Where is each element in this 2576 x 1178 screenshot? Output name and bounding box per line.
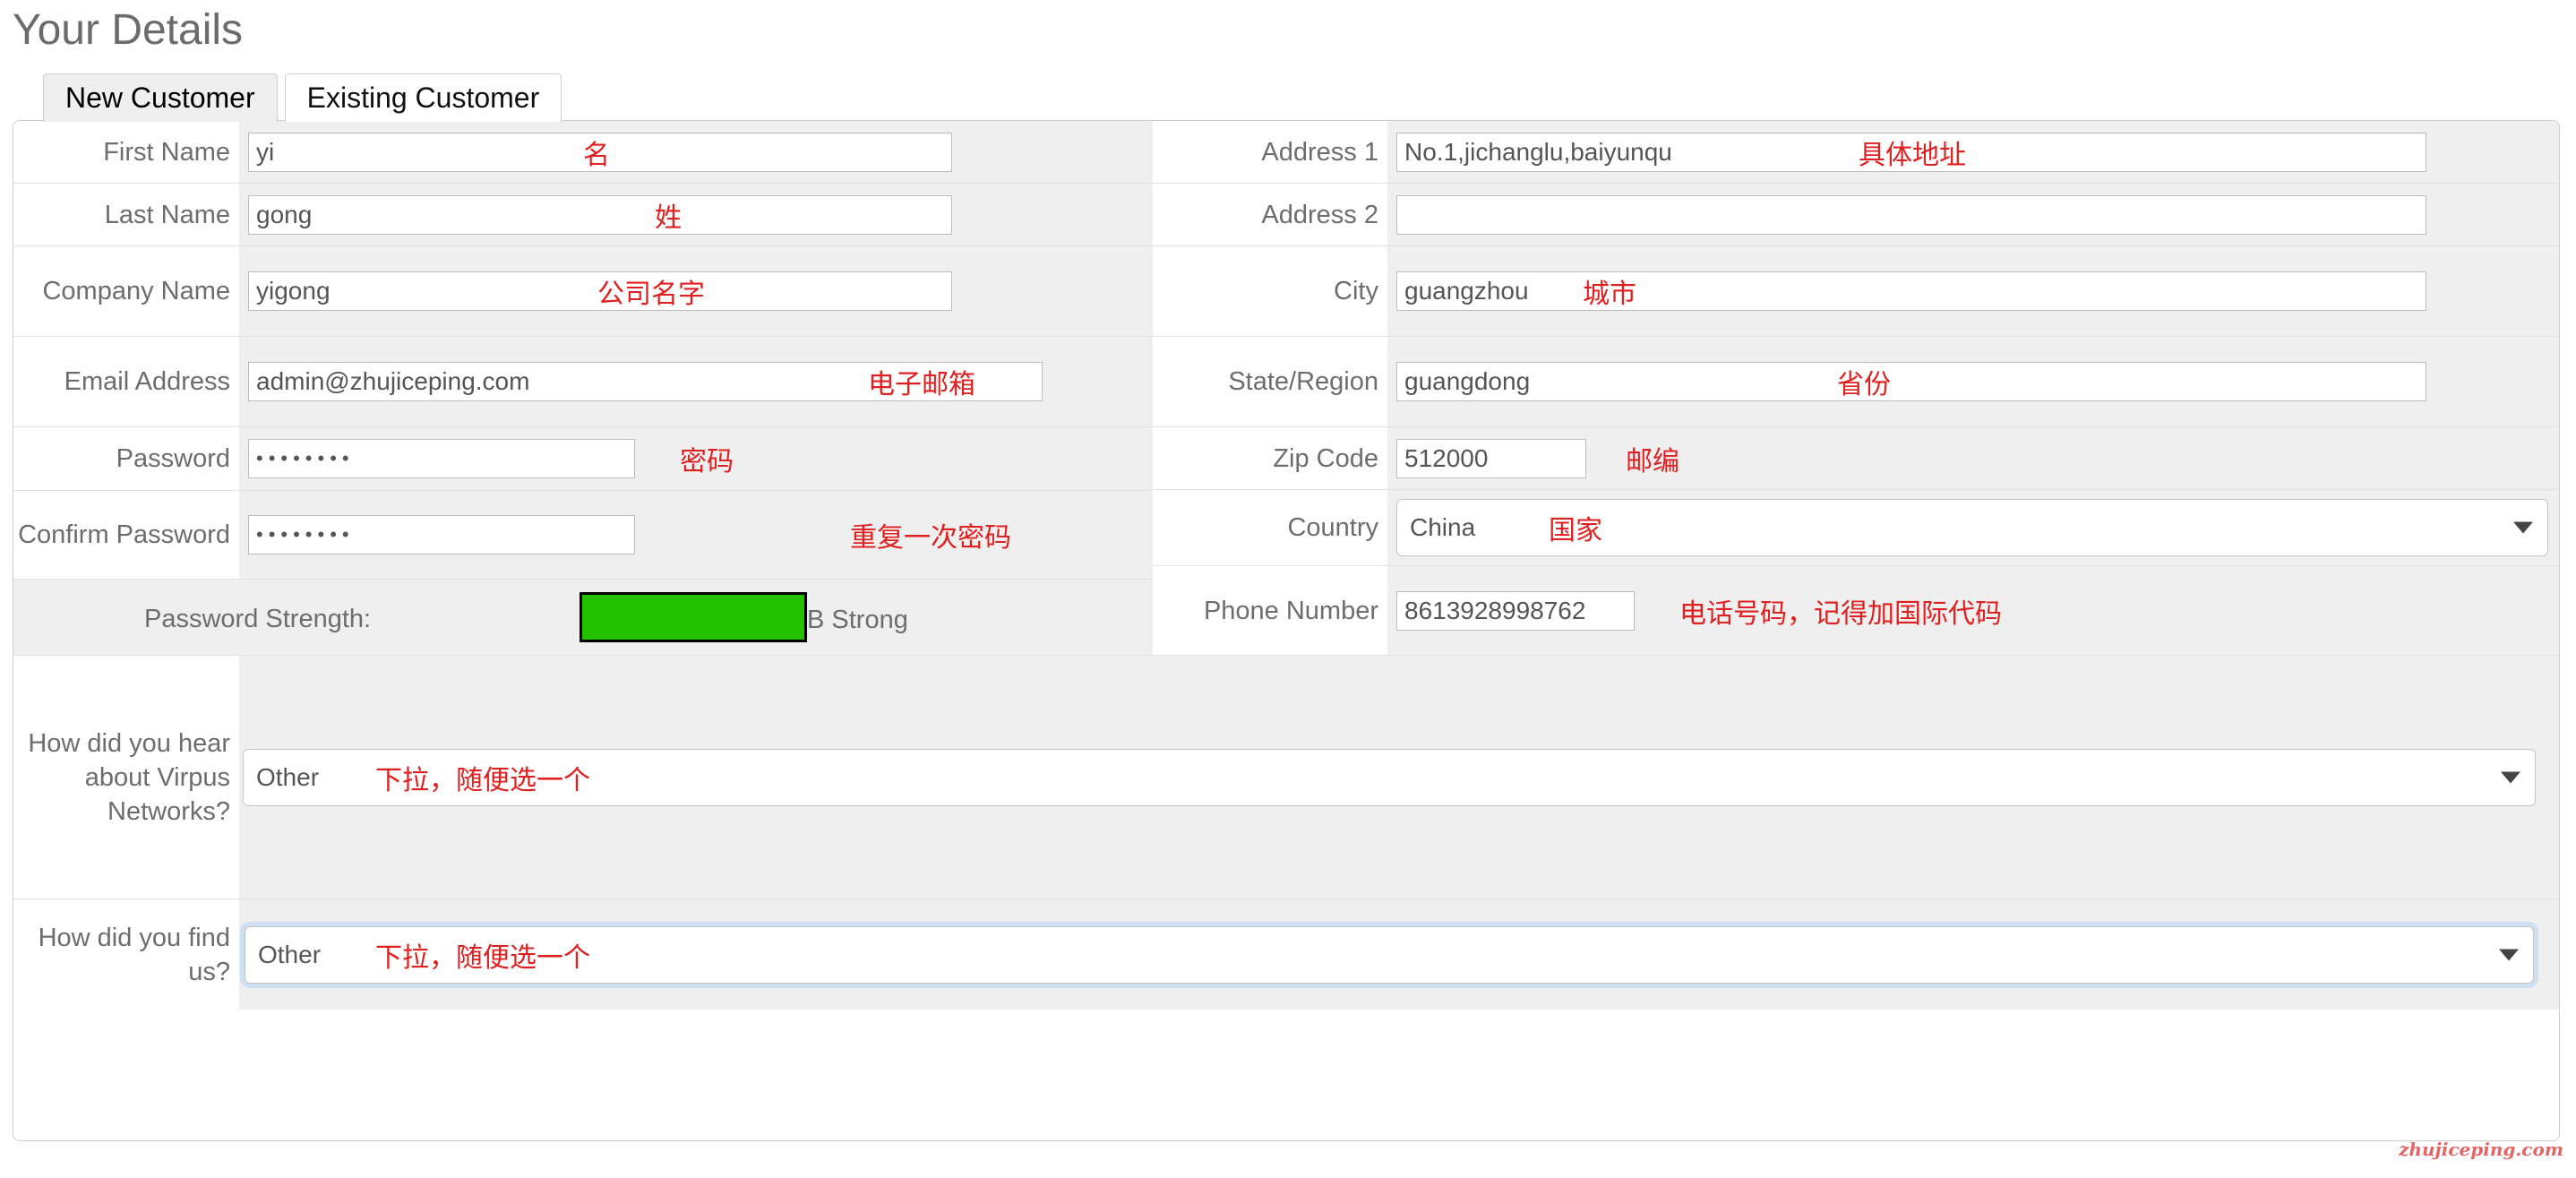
city-label: City [1153, 246, 1387, 336]
confirm-password-annotation: 重复一次密码 [850, 522, 1011, 554]
tab-existing-customer-label: Existing Customer [306, 82, 540, 114]
hear-about-select-value: Other [256, 762, 320, 791]
confirm-password-control: •••••••• 重复一次密码 [239, 491, 1153, 579]
city-input[interactable]: guangzhou [1396, 271, 2426, 311]
email-address-label-text: Email Address [64, 367, 230, 396]
right-column: Address 1 No.1,jichanglu,baiyunqu 具体地址 A… [1153, 121, 2559, 655]
state-region-input[interactable]: guangdong [1396, 362, 2426, 401]
phone-number-annotation: 电话号码，记得加国际代码 [1679, 598, 2002, 630]
tab-existing-customer[interactable]: Existing Customer [284, 73, 562, 122]
first-name-control: yi 名 [239, 121, 1153, 183]
row-confirm-password: Confirm Password •••••••• 重复一次密码 [13, 491, 1153, 579]
hear-about-label: How did you hear about Virpus Networks? [13, 656, 239, 899]
password-strength-bar-fill [580, 592, 807, 642]
country-control: China 国家 [1387, 490, 2559, 565]
email-address-label: Email Address [13, 337, 239, 426]
address-2-input[interactable] [1396, 194, 2426, 235]
site-watermark: zhujiceping.com [2399, 1139, 2563, 1160]
page-title: Your Details [13, 6, 244, 54]
password-label: Password [13, 427, 239, 490]
city-annotation: 城市 [1583, 279, 1636, 310]
row-find-us: How did you find us? Other 下拉，随便选一个 [13, 899, 2559, 1010]
left-column: First Name yi 名 Last Name gong 姓 Company… [13, 121, 1153, 656]
confirm-password-input[interactable]: •••••••• [248, 515, 635, 555]
first-name-label: First Name [13, 121, 239, 183]
email-address-annotation: 电子邮箱 [868, 369, 975, 400]
customer-type-tabs: New Customer Existing Customer [43, 73, 562, 122]
hear-about-annotation: 下拉，随便选一个 [375, 764, 590, 796]
zip-code-annotation: 邮编 [1626, 445, 1679, 477]
state-region-control: guangdong 省份 [1387, 337, 2559, 426]
last-name-control: gong 姓 [239, 184, 1153, 245]
phone-number-control: 8613928998762 电话号码，记得加国际代码 [1387, 566, 2559, 655]
find-us-label: How did you find us? [13, 899, 239, 1010]
row-phone-number: Phone Number 8613928998762 电话号码，记得加国际代码 [1153, 566, 2559, 655]
password-strength-label: Password Strength: [144, 605, 372, 633]
row-email-address: Email Address admin@zhujiceping.com 电子邮箱 [13, 337, 1153, 427]
phone-number-label-text: Phone Number [1203, 596, 1378, 625]
city-control: guangzhou 城市 [1387, 246, 2559, 336]
zip-code-input[interactable]: 512000 [1396, 438, 1586, 478]
password-strength-meter [580, 592, 807, 642]
chevron-down-icon [2499, 949, 2519, 960]
password-control: •••••••• 密码 [239, 427, 1153, 490]
find-us-label-text: How did you find us? [38, 924, 230, 986]
country-label: Country [1153, 490, 1387, 565]
zip-code-label: Zip Code [1153, 427, 1387, 489]
last-name-label: Last Name [13, 184, 239, 245]
form-columns: First Name yi 名 Last Name gong 姓 Company… [13, 121, 2559, 656]
find-us-annotation: 下拉，随便选一个 [375, 942, 590, 974]
row-first-name: First Name yi 名 [13, 121, 1153, 184]
country-select-value: China [1410, 513, 1476, 541]
row-last-name: Last Name gong 姓 [13, 184, 1153, 246]
row-password: Password •••••••• 密码 [13, 427, 1153, 491]
registration-page: Your Details New Customer Existing Custo… [0, 0, 2576, 1178]
find-us-select-value: Other [258, 940, 322, 968]
country-annotation: 国家 [1549, 515, 1602, 546]
chevron-down-icon [2513, 521, 2533, 534]
tab-new-customer-label: New Customer [65, 82, 255, 114]
row-zip-code: Zip Code 512000 邮编 [1153, 427, 2559, 490]
password-input[interactable]: •••••••• [248, 439, 635, 478]
zip-code-control: 512000 邮编 [1387, 427, 2559, 489]
password-strength-row: Password Strength: B B Strong [13, 579, 1153, 656]
chevron-down-icon [2501, 771, 2520, 783]
company-name-annotation: 公司名字 [597, 279, 705, 310]
company-name-label-text: Company Name [42, 277, 230, 305]
row-city: City guangzhou 城市 [1153, 246, 2559, 337]
row-state-region: State/Region guangdong 省份 [1153, 337, 2559, 427]
company-name-label: Company Name [13, 246, 239, 336]
confirm-password-label: Confirm Password [13, 491, 239, 579]
row-address-1: Address 1 No.1,jichanglu,baiyunqu 具体地址 [1153, 121, 2559, 184]
address-1-label: Address 1 [1153, 121, 1387, 183]
state-region-label: State/Region [1153, 337, 1387, 426]
address-2-control [1387, 184, 2559, 245]
tab-new-customer[interactable]: New Customer [43, 73, 278, 122]
email-address-control: admin@zhujiceping.com 电子邮箱 [239, 337, 1153, 426]
phone-number-label: Phone Number [1153, 566, 1387, 655]
find-us-control: Other 下拉，随便选一个 [239, 899, 2559, 1010]
row-hear-about: How did you hear about Virpus Networks? … [13, 655, 2559, 899]
last-name-input[interactable]: gong [248, 194, 952, 235]
address-1-control: No.1,jichanglu,baiyunqu 具体地址 [1387, 121, 2559, 183]
password-strength-status: B Strong [807, 606, 908, 634]
hear-about-control: Other 下拉，随便选一个 [239, 656, 2559, 899]
address-2-label: Address 2 [1153, 184, 1387, 245]
row-country: Country China 国家 [1153, 490, 2559, 566]
password-annotation: 密码 [680, 446, 734, 477]
company-name-control: yigong 公司名字 [239, 246, 1153, 336]
confirm-password-label-text: Confirm Password [18, 520, 230, 549]
phone-number-input[interactable]: 8613928998762 [1396, 590, 1635, 631]
state-region-annotation: 省份 [1837, 369, 1891, 400]
row-address-2: Address 2 [1153, 184, 2559, 246]
last-name-annotation: 姓 [655, 202, 682, 234]
row-company-name: Company Name yigong 公司名字 [13, 246, 1153, 337]
address-1-annotation: 具体地址 [1859, 139, 1966, 171]
hear-about-label-text: How did you hear about Virpus Networks? [28, 729, 230, 826]
details-form-panel: First Name yi 名 Last Name gong 姓 Company… [13, 120, 2560, 1141]
first-name-annotation: 名 [583, 139, 610, 171]
